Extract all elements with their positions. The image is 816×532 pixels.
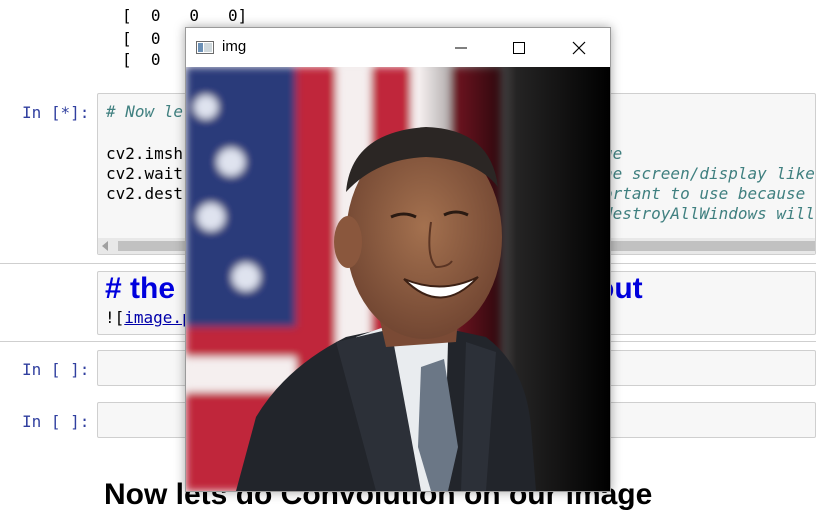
code-line-4: cv2.wait (106, 164, 184, 183)
minimize-icon (455, 47, 467, 49)
code-line-3: cv2.imsh (106, 144, 184, 163)
window-titlebar[interactable]: img (186, 28, 610, 67)
markdown-heading-left: # the (105, 272, 176, 305)
code-line-1: # Now le (106, 102, 184, 121)
window-title: img (222, 38, 247, 55)
markdown-image-link: ![image.p (105, 308, 192, 327)
maximize-button[interactable] (496, 28, 542, 67)
code-comment-6: destroyAllWindows will (603, 204, 815, 223)
empty-cell-1-prompt: In [ ]: (22, 360, 90, 379)
displayed-image (186, 67, 610, 491)
image-window[interactable]: img (185, 27, 611, 492)
maximize-icon (513, 42, 525, 54)
code-cell-prompt: In [*]: (22, 103, 90, 122)
code-comment-4: he screen/display like (603, 164, 815, 183)
portrait-photo (186, 67, 610, 491)
close-icon (572, 41, 586, 55)
app-icon (196, 41, 214, 54)
scroll-left-icon[interactable] (102, 241, 108, 251)
output-line-3: [ 0 (122, 50, 161, 69)
output-line-1: [ 0 0 0] (122, 6, 248, 25)
markdown-link-text[interactable]: image.p (124, 308, 191, 327)
markdown-link-prefix: ![ (105, 308, 125, 327)
minimize-button[interactable] (438, 28, 484, 67)
code-line-5: cv2.dest (106, 184, 184, 203)
output-line-2: [ 0 (122, 29, 161, 48)
code-comment-5: ortant to use because (603, 184, 806, 203)
close-button[interactable] (556, 28, 602, 67)
empty-cell-2-prompt: In [ ]: (22, 412, 90, 431)
